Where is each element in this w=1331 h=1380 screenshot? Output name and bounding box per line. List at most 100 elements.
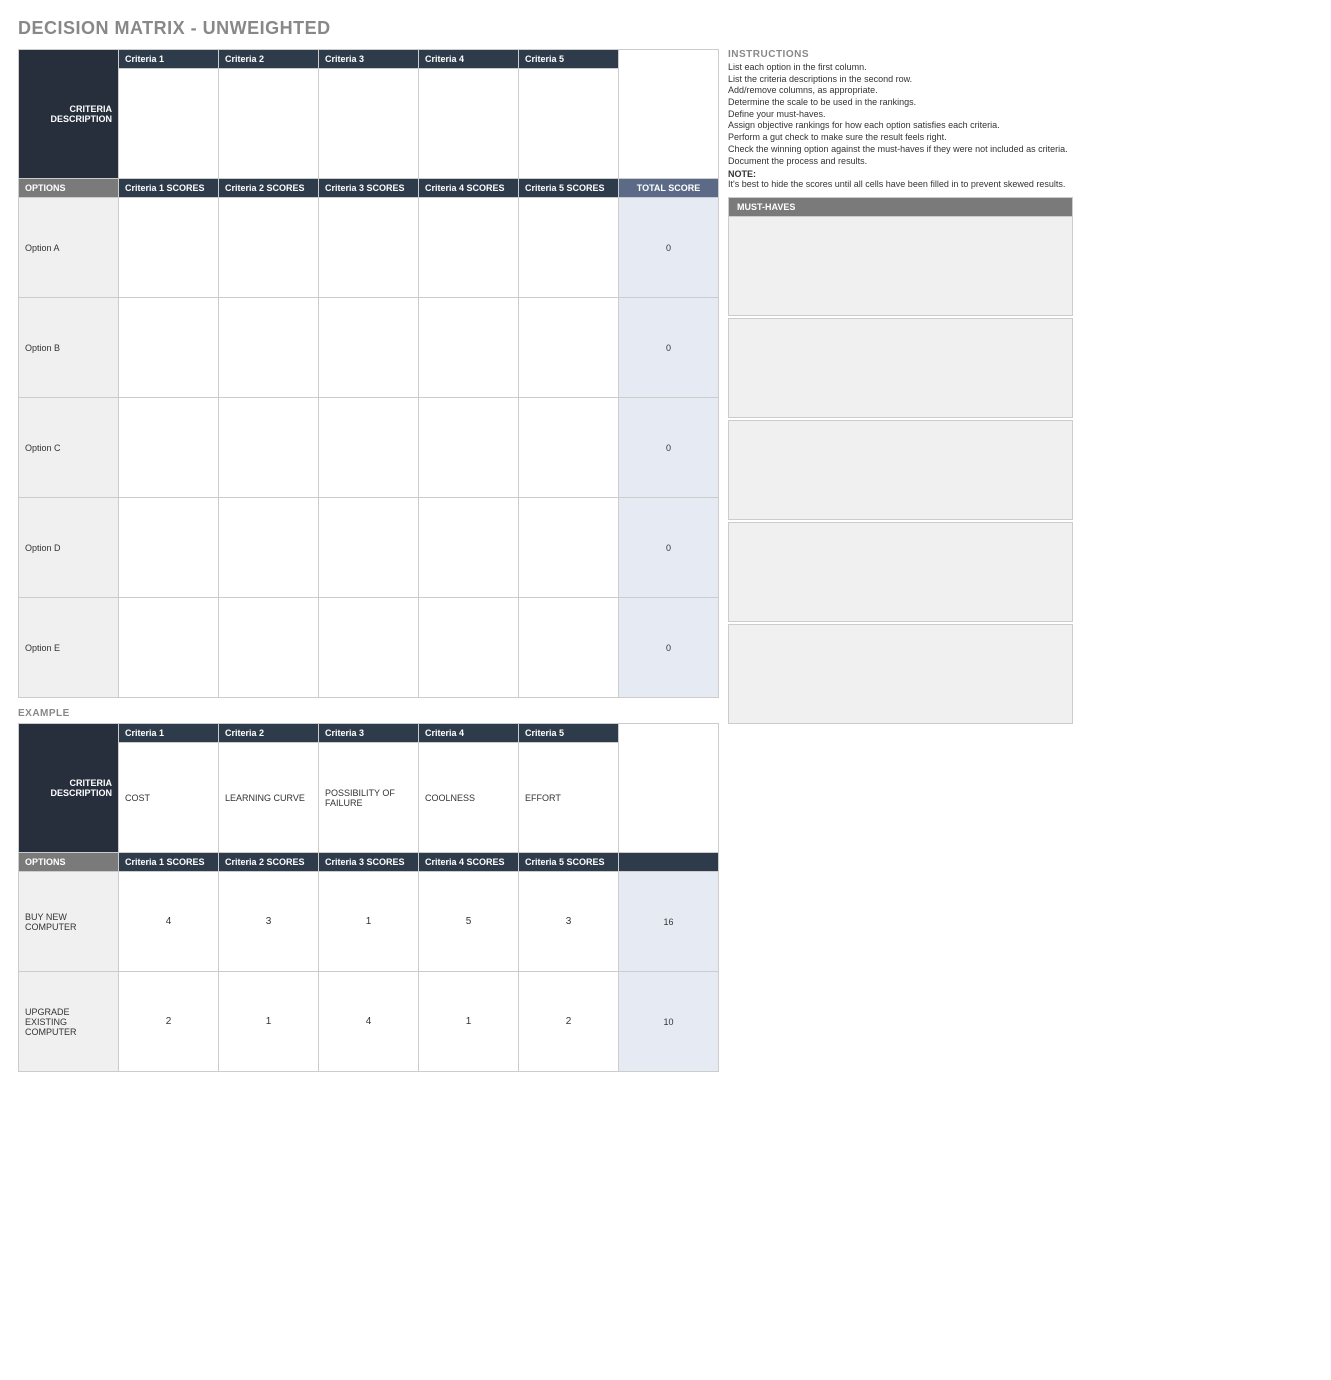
score-cell[interactable]: [419, 298, 519, 398]
must-have-cell[interactable]: [728, 624, 1073, 724]
option-name-cell[interactable]: Option D: [19, 498, 119, 598]
criteria-desc-cell[interactable]: [119, 69, 219, 179]
criteria-desc-cell: COOLNESS: [419, 743, 519, 853]
blank-cell: [619, 724, 719, 853]
table-row: BUY NEW COMPUTER 4 3 1 5 3 16: [19, 872, 719, 972]
score-header: Criteria 4 SCORES: [419, 853, 519, 872]
instruction-line: Assign objective rankings for how each o…: [728, 120, 1073, 132]
score-header: Criteria 1 SCORES: [119, 853, 219, 872]
score-cell[interactable]: [319, 198, 419, 298]
criteria-header: Criteria 2: [219, 50, 319, 69]
criteria-header: Criteria 3: [319, 50, 419, 69]
instruction-line: Determine the scale to be used in the ra…: [728, 97, 1073, 109]
score-cell[interactable]: [119, 198, 219, 298]
score-header: Criteria 5 SCORES: [519, 853, 619, 872]
score-cell: 1: [319, 872, 419, 972]
criteria-header: Criteria 3: [319, 724, 419, 743]
score-header: Criteria 3 SCORES: [319, 179, 419, 198]
score-header: Criteria 2 SCORES: [219, 853, 319, 872]
criteria-desc-cell[interactable]: [319, 69, 419, 179]
score-cell[interactable]: [319, 398, 419, 498]
criteria-header: Criteria 1: [119, 724, 219, 743]
table-row: Option B 0: [19, 298, 719, 398]
score-header: Criteria 5 SCORES: [519, 179, 619, 198]
example-matrix-table: CRITERIA DESCRIPTION Criteria 1 Criteria…: [18, 723, 719, 1072]
score-cell[interactable]: [219, 598, 319, 698]
score-cell[interactable]: [519, 498, 619, 598]
score-cell[interactable]: [119, 498, 219, 598]
score-cell[interactable]: [419, 598, 519, 698]
criteria-header: Criteria 2: [219, 724, 319, 743]
option-name-cell[interactable]: Option A: [19, 198, 119, 298]
score-cell: 2: [119, 972, 219, 1072]
criteria-desc-cell: LEARNING CURVE: [219, 743, 319, 853]
score-cell[interactable]: [119, 398, 219, 498]
criteria-description-label: CRITERIA DESCRIPTION: [19, 50, 119, 179]
score-header: Criteria 1 SCORES: [119, 179, 219, 198]
option-name-cell: UPGRADE EXISTING COMPUTER: [19, 972, 119, 1072]
score-cell[interactable]: [219, 498, 319, 598]
score-cell[interactable]: [219, 298, 319, 398]
score-cell[interactable]: [419, 498, 519, 598]
total-cell: 16: [619, 872, 719, 972]
criteria-desc-cell[interactable]: [219, 69, 319, 179]
page-title: DECISION MATRIX - UNWEIGHTED: [18, 18, 1313, 39]
total-cell: 0: [619, 598, 719, 698]
instruction-line: Check the winning option against the mus…: [728, 144, 1073, 156]
score-cell[interactable]: [319, 298, 419, 398]
criteria-desc-cell[interactable]: [519, 69, 619, 179]
score-cell: 5: [419, 872, 519, 972]
score-cell[interactable]: [119, 598, 219, 698]
table-row: Option C 0: [19, 398, 719, 498]
score-cell: 4: [319, 972, 419, 1072]
criteria-description-label: CRITERIA DESCRIPTION: [19, 724, 119, 853]
score-cell: 3: [519, 872, 619, 972]
instruction-line: List the criteria descriptions in the se…: [728, 74, 1073, 86]
score-cell[interactable]: [519, 198, 619, 298]
must-have-cell[interactable]: [728, 420, 1073, 520]
option-name-cell[interactable]: Option B: [19, 298, 119, 398]
instructions-note-label: NOTE:: [728, 169, 1073, 179]
instruction-line: Add/remove columns, as appropriate.: [728, 85, 1073, 97]
score-cell[interactable]: [519, 398, 619, 498]
score-cell[interactable]: [419, 398, 519, 498]
option-name-cell: BUY NEW COMPUTER: [19, 872, 119, 972]
must-have-cell[interactable]: [728, 522, 1073, 622]
total-cell: 0: [619, 398, 719, 498]
options-header: OPTIONS: [19, 179, 119, 198]
option-name-cell[interactable]: Option C: [19, 398, 119, 498]
score-cell[interactable]: [319, 498, 419, 598]
must-have-cell[interactable]: [728, 216, 1073, 316]
score-cell[interactable]: [319, 598, 419, 698]
criteria-header: Criteria 5: [519, 50, 619, 69]
score-cell[interactable]: [519, 598, 619, 698]
total-score-header: TOTAL SCORE: [619, 179, 719, 198]
score-header: Criteria 3 SCORES: [319, 853, 419, 872]
option-name-cell[interactable]: Option E: [19, 598, 119, 698]
score-header: Criteria 4 SCORES: [419, 179, 519, 198]
criteria-desc-cell[interactable]: [419, 69, 519, 179]
criteria-desc-cell: POSSIBILITY OF FAILURE: [319, 743, 419, 853]
score-header: Criteria 2 SCORES: [219, 179, 319, 198]
total-cell: 0: [619, 298, 719, 398]
criteria-header: Criteria 1: [119, 50, 219, 69]
score-cell: 1: [419, 972, 519, 1072]
score-cell: 4: [119, 872, 219, 972]
score-cell[interactable]: [519, 298, 619, 398]
must-haves-header: MUST-HAVES: [728, 197, 1073, 216]
criteria-header: Criteria 4: [419, 50, 519, 69]
score-cell[interactable]: [219, 398, 319, 498]
score-cell[interactable]: [419, 198, 519, 298]
score-cell: 3: [219, 872, 319, 972]
score-cell[interactable]: [219, 198, 319, 298]
score-cell: 2: [519, 972, 619, 1072]
instruction-line: Document the process and results.: [728, 156, 1073, 168]
instruction-line: Define your must-haves.: [728, 109, 1073, 121]
score-cell[interactable]: [119, 298, 219, 398]
must-have-cell[interactable]: [728, 318, 1073, 418]
instruction-line: Perform a gut check to make sure the res…: [728, 132, 1073, 144]
score-cell: 1: [219, 972, 319, 1072]
table-row: Option D 0: [19, 498, 719, 598]
table-row: UPGRADE EXISTING COMPUTER 2 1 4 1 2 10: [19, 972, 719, 1072]
table-row: Option A 0: [19, 198, 719, 298]
